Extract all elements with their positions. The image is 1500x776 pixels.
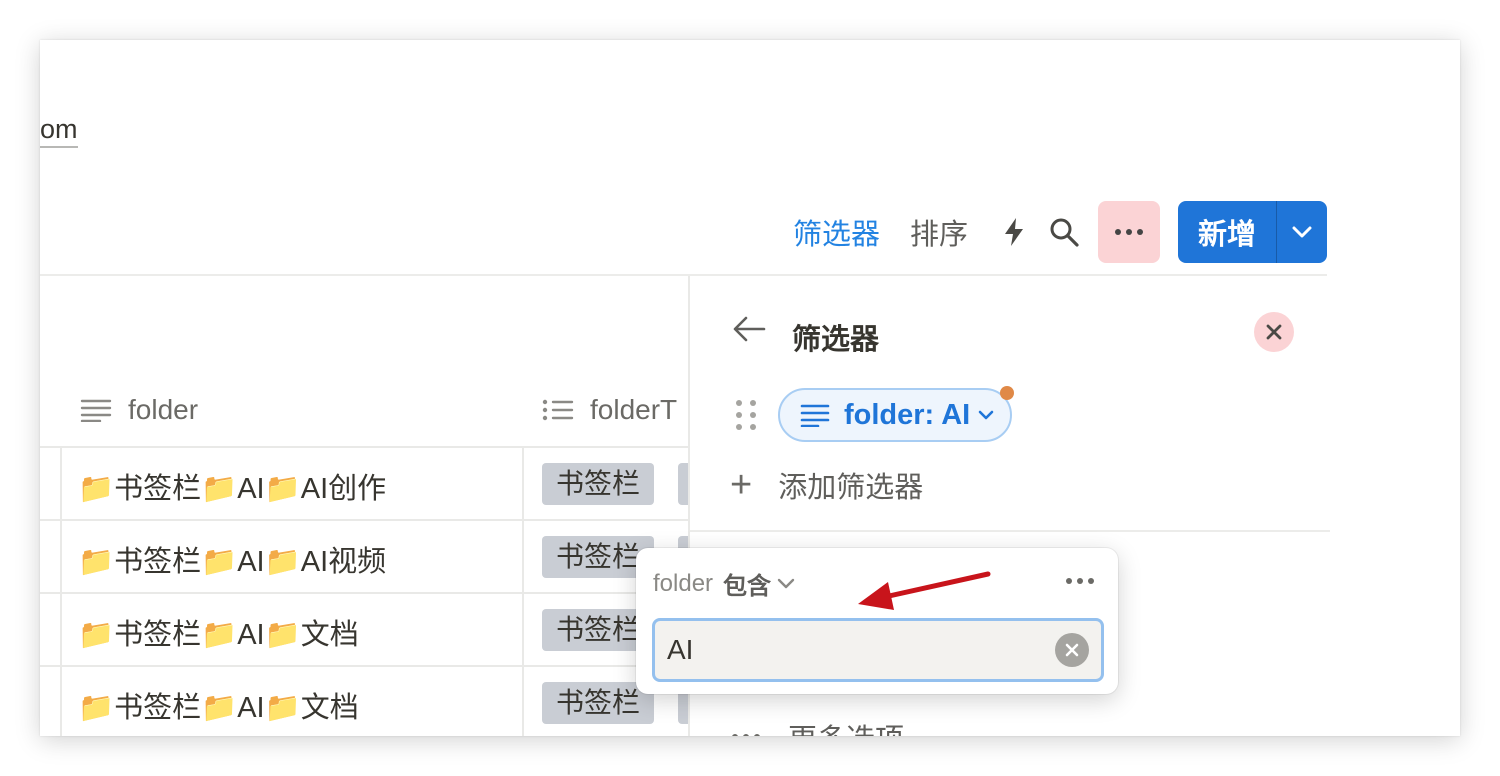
more-horizontal-icon[interactable] — [1066, 578, 1094, 584]
page-link-fragment[interactable]: om — [40, 114, 78, 148]
arrow-left-icon[interactable] — [732, 314, 766, 349]
text-lines-icon — [80, 399, 112, 422]
more-options-label: 更多选项 — [788, 716, 904, 736]
more-horizontal-icon — [732, 734, 760, 736]
panel-divider — [690, 530, 1330, 532]
chevron-down-icon[interactable] — [1277, 201, 1327, 263]
database-table: folder folderT 📁书签栏📁AI📁AI创作 书签栏 📁书签栏📁AI📁… — [40, 276, 690, 736]
folder-cell[interactable]: 📁书签栏📁AI📁文档 — [78, 611, 359, 653]
add-filter-button[interactable]: + 添加筛选器 — [730, 464, 923, 506]
table-row[interactable]: 📁书签栏📁AI📁文档 书签栏 — [40, 665, 690, 736]
list-icon — [542, 399, 574, 421]
folder-cell[interactable]: 📁书签栏📁AI📁AI视频 — [78, 538, 386, 580]
filter-panel-title: 筛选器 — [792, 324, 880, 356]
new-button-group: 新增 — [1177, 201, 1327, 263]
clear-icon[interactable] — [1055, 633, 1089, 667]
filter-condition-popover: folder 包含 — [636, 548, 1118, 694]
app-window: om 筛选器 排序 新增 folder folderT 📁书签栏📁AI📁AI创作… — [40, 40, 1460, 736]
sort-button[interactable]: 排序 — [910, 211, 968, 253]
chevron-down-icon — [777, 578, 795, 589]
drag-handle-icon[interactable] — [736, 400, 756, 430]
operator-label: 包含 — [723, 573, 772, 600]
column-header-label: folder — [128, 394, 199, 425]
more-horizontal-icon[interactable] — [1097, 201, 1160, 263]
operator-dropdown[interactable]: folder 包含 — [653, 566, 795, 601]
lightning-icon[interactable] — [998, 216, 1030, 248]
more-options-button[interactable]: 更多选项 — [732, 716, 904, 736]
column-header-foldertag[interactable]: folderT — [542, 394, 677, 426]
property-name: folder — [653, 569, 714, 597]
filter-active-dot — [1000, 386, 1015, 400]
tag-chip[interactable]: 书签栏 — [542, 463, 655, 505]
table-row[interactable]: 📁书签栏📁AI📁AI视频 书签栏 — [40, 519, 690, 592]
chevron-down-icon — [978, 410, 994, 420]
filter-value-input[interactable] — [667, 634, 1055, 666]
table-row[interactable]: 📁书签栏📁AI📁AI创作 书签栏 — [40, 446, 690, 519]
add-filter-label: 添加筛选器 — [778, 472, 924, 504]
search-icon[interactable] — [1048, 216, 1080, 248]
column-header-folder[interactable]: folder — [80, 394, 198, 426]
folder-cell[interactable]: 📁书签栏📁AI📁文档 — [78, 684, 359, 726]
filter-chip[interactable]: folder: AI — [778, 386, 1015, 442]
table-row[interactable]: 📁书签栏📁AI📁文档 书签栏 — [40, 592, 690, 665]
folder-cell[interactable]: 📁书签栏📁AI📁AI创作 — [78, 465, 386, 507]
filter-chip-label: folder: AI — [844, 398, 971, 431]
database-toolbar: 筛选器 排序 新增 — [793, 200, 1327, 264]
new-button[interactable]: 新增 — [1178, 201, 1277, 263]
text-lines-icon — [800, 404, 830, 427]
plus-icon: + — [730, 464, 753, 506]
filter-button[interactable]: 筛选器 — [793, 211, 880, 253]
filter-value-field[interactable] — [652, 618, 1104, 682]
column-header-label: folderT — [590, 394, 678, 425]
close-icon[interactable] — [1254, 312, 1294, 352]
